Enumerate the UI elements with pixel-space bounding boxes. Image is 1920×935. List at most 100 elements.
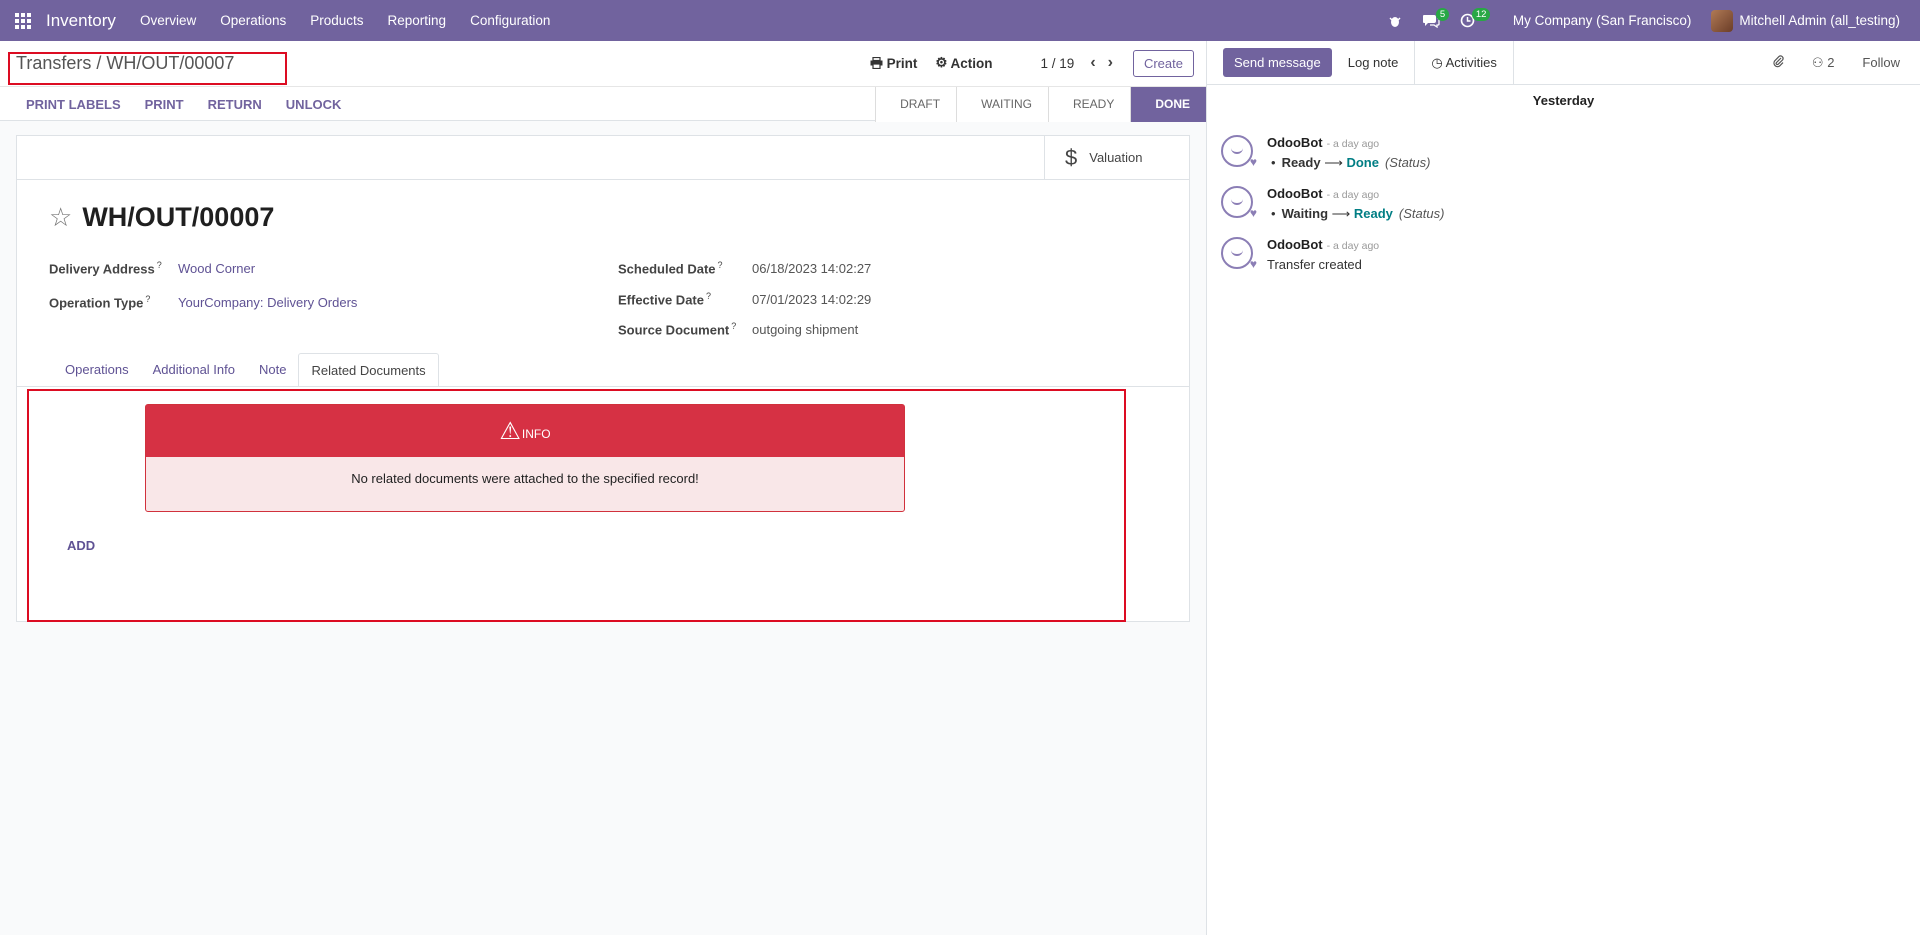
star-icon[interactable]: ☆ <box>49 202 72 233</box>
info-alert: ⚠ INFO No related documents were attache… <box>145 404 905 512</box>
action-button[interactable]: ⚙ Action <box>935 55 992 71</box>
message-author: OdooBot <box>1267 135 1323 150</box>
effective-date-label: Effective Date? <box>618 291 711 308</box>
valuation-label: Valuation <box>1089 150 1143 165</box>
title-row: ☆ WH/OUT/00007 <box>49 202 274 233</box>
chatter-message: ♥ OdooBot - a day ago • Ready ⟶ Done (Statu… <box>1221 135 1901 187</box>
tab-related-documents[interactable]: Related Documents <box>298 353 439 387</box>
create-button[interactable]: Create <box>1132 49 1194 77</box>
alert-title: INFO <box>521 427 551 441</box>
log-note-button[interactable]: Log note <box>1332 41 1415 85</box>
follow-button[interactable]: Follow <box>1862 55 1900 70</box>
company-switcher[interactable]: My Company (San Francisco) <box>1503 0 1702 41</box>
scheduled-date-label: Scheduled Date? <box>618 260 723 277</box>
source-document-value: outgoing shipment <box>752 322 859 337</box>
print-form-button[interactable]: PRINT <box>133 97 196 112</box>
menu-products[interactable]: Products <box>298 0 375 41</box>
chatter-panel: Send message Log note ◷ Activities ⚇ 2 F… <box>1206 40 1920 935</box>
tab-note[interactable]: Note <box>247 353 298 387</box>
notebook-tabs: Operations Additional Info Note Related … <box>53 353 439 387</box>
send-message-button[interactable]: Send message <box>1223 48 1332 77</box>
tab-divider <box>17 386 1189 387</box>
chatter-message: ♥ OdooBot - a day ago • Waiting ⟶ Ready (St… <box>1221 186 1901 238</box>
pager-previous-icon[interactable]: ‹ <box>1090 54 1095 72</box>
activities-count-badge: 12 <box>1471 8 1491 21</box>
unlock-button[interactable]: UNLOCK <box>274 97 354 112</box>
smart-button-box: $ Valuation <box>17 136 1189 180</box>
tracking-value: • Waiting ⟶ Ready (Status) <box>1271 206 1445 221</box>
operation-type-value[interactable]: YourCompany: Delivery Orders <box>178 295 357 310</box>
main-menu: Overview Operations Products Reporting C… <box>128 0 562 41</box>
add-document-button[interactable]: ADD <box>67 538 95 553</box>
tab-operations[interactable]: Operations <box>53 353 141 387</box>
arrow-right-icon: ⟶ <box>1331 206 1354 221</box>
apps-menu-icon[interactable] <box>0 0 46 41</box>
systray: 5 12 My Company (San Francisco) Mitchell… <box>1378 0 1920 41</box>
form-actions: PRINT LABELS PRINT RETURN UNLOCK <box>14 87 353 122</box>
breadcrumb-highlight <box>8 52 287 85</box>
delivery-address-value[interactable]: Wood Corner <box>178 261 255 276</box>
status-row: PRINT LABELS PRINT RETURN UNLOCK DRAFT W… <box>0 86 1206 122</box>
tab-additional-info[interactable]: Additional Info <box>141 353 247 387</box>
day-separator: Yesterday <box>1532 93 1595 108</box>
messages-chat-icon[interactable]: 5 <box>1412 0 1450 41</box>
print-label: Print <box>886 55 918 71</box>
alert-message: No related documents were attached to th… <box>351 471 699 486</box>
person-icon: ⚇ <box>1811 54 1824 70</box>
odoobot-avatar: ♥ <box>1221 135 1257 169</box>
stage-done[interactable]: DONE <box>1130 87 1206 122</box>
menu-operations[interactable]: Operations <box>208 0 298 41</box>
return-button[interactable]: RETURN <box>196 97 274 112</box>
message-author: OdooBot <box>1267 237 1323 252</box>
operation-type-label: Operation Type? <box>49 294 151 311</box>
user-menu[interactable]: Mitchell Admin (all_testing) <box>1701 0 1920 41</box>
activities-clock-icon[interactable]: 12 <box>1450 0 1491 41</box>
alert-header: ⚠ INFO <box>146 405 904 457</box>
statusbar: DRAFT WAITING READY DONE <box>875 87 1206 122</box>
message-author: OdooBot <box>1267 186 1323 201</box>
message-body: Transfer created <box>1267 257 1362 272</box>
menu-configuration[interactable]: Configuration <box>458 0 562 41</box>
gear-icon: ⚙ <box>935 55 948 70</box>
message-date: - a day ago <box>1326 240 1380 252</box>
clock-icon: ◷ <box>1431 54 1446 70</box>
activities-button[interactable]: ◷ Activities <box>1414 40 1514 85</box>
top-navbar: Inventory Overview Operations Products R… <box>0 0 1920 41</box>
record-title: WH/OUT/00007 <box>82 202 275 232</box>
stage-ready[interactable]: READY <box>1047 87 1131 122</box>
valuation-button[interactable]: $ Valuation <box>1044 136 1189 179</box>
messages-count-badge: 5 <box>1435 8 1450 21</box>
scheduled-date-value: 06/18/2023 14:02:27 <box>752 261 872 276</box>
arrow-right-icon: ⟶ <box>1324 155 1347 170</box>
pager-next-icon[interactable]: › <box>1108 54 1113 72</box>
user-name: Mitchell Admin (all_testing) <box>1739 13 1900 28</box>
message-date: - a day ago <box>1326 189 1380 201</box>
dollar-icon: $ <box>1065 144 1078 170</box>
tracking-value: • Ready ⟶ Done (Status) <box>1271 155 1431 170</box>
chatter-tools: ⚇ 2 Follow <box>1772 54 1920 71</box>
chatter-message: ♥ OdooBot - a day ago Transfer created <box>1221 237 1901 289</box>
menu-reporting[interactable]: Reporting <box>376 0 459 41</box>
stage-draft[interactable]: DRAFT <box>875 87 957 122</box>
user-avatar <box>1711 9 1734 32</box>
warning-icon: ⚠ <box>499 417 521 445</box>
delivery-address-label: Delivery Address? <box>49 260 162 277</box>
source-document-label: Source Document? <box>618 321 737 338</box>
control-actions: Print ⚙ Action 1 / 19 ‹ › Create <box>870 49 1194 77</box>
print-button[interactable]: Print <box>870 55 918 71</box>
debug-bug-icon[interactable] <box>1378 0 1412 41</box>
pager-value[interactable]: 1 / 19 <box>1041 56 1075 71</box>
chatter-topbar: Send message Log note ◷ Activities ⚇ 2 F… <box>1207 40 1920 85</box>
control-panel: Transfers / WH/OUT/00007 Print ⚙ Action … <box>0 41 1206 122</box>
followers-button[interactable]: ⚇ 2 <box>1812 55 1835 71</box>
odoobot-avatar: ♥ <box>1221 237 1257 271</box>
menu-overview[interactable]: Overview <box>128 0 208 41</box>
message-date: - a day ago <box>1326 138 1380 150</box>
app-brand[interactable]: Inventory <box>46 11 116 31</box>
paperclip-icon[interactable] <box>1772 54 1784 71</box>
stage-waiting[interactable]: WAITING <box>956 87 1048 122</box>
action-label: Action <box>950 55 993 71</box>
odoobot-avatar: ♥ <box>1221 186 1257 220</box>
effective-date-value: 07/01/2023 14:02:29 <box>752 292 872 307</box>
print-labels-button[interactable]: PRINT LABELS <box>14 97 133 112</box>
